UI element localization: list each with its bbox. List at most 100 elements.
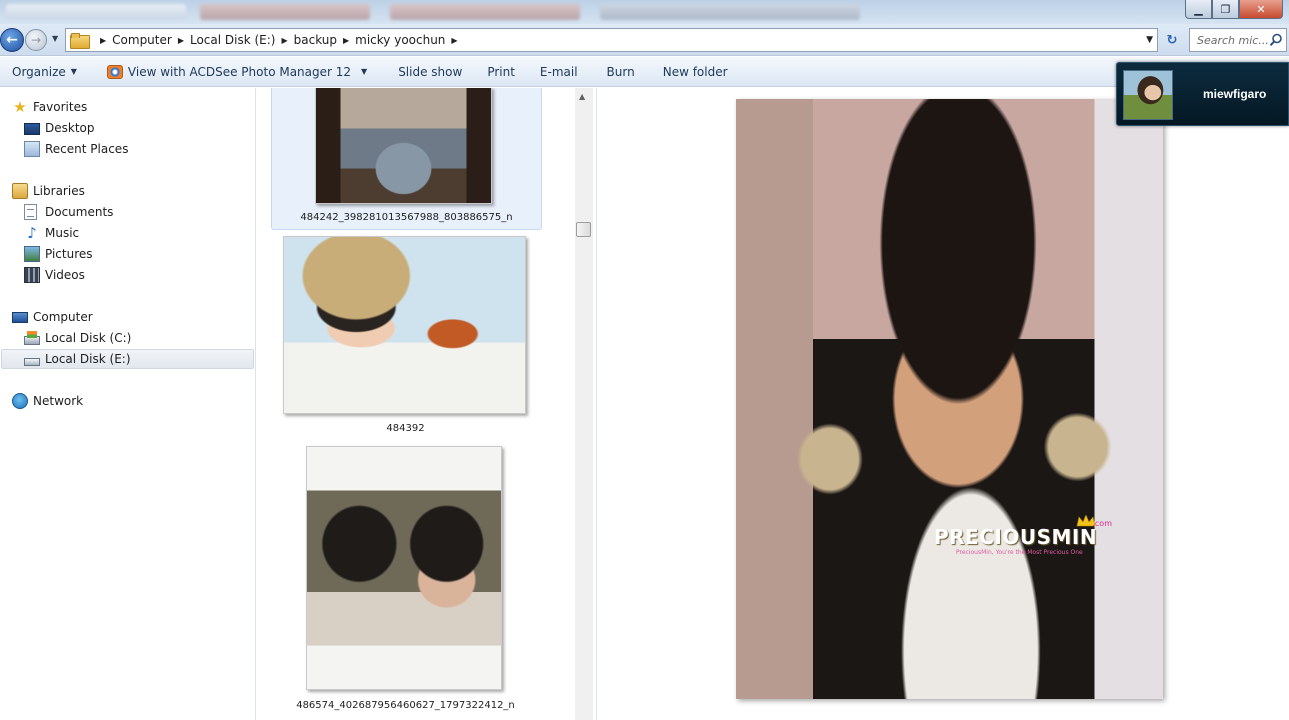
scroll-up-arrow-icon[interactable]: ▲ xyxy=(579,92,585,101)
nav-label: Local Disk (E:) xyxy=(45,352,131,366)
back-button[interactable]: ← xyxy=(0,28,24,52)
burn-button[interactable]: Burn xyxy=(607,65,650,79)
breadcrumb-micky-yoochun[interactable]: micky yoochun xyxy=(355,33,445,47)
folder-icon xyxy=(70,33,90,49)
pictures-icon xyxy=(24,246,40,262)
forward-arrow-icon: → xyxy=(30,33,42,47)
acdsee-icon xyxy=(106,64,123,79)
nav-desktop[interactable]: Desktop xyxy=(24,118,95,138)
file-thumbnail xyxy=(306,446,502,690)
refresh-icon: ↻ xyxy=(1166,32,1178,48)
blurred-tab xyxy=(200,4,370,20)
nav-label: Videos xyxy=(45,268,85,282)
nav-label: Desktop xyxy=(45,121,95,135)
new-folder-button[interactable]: New folder xyxy=(663,65,743,79)
back-arrow-icon: ← xyxy=(6,32,18,48)
nav-label: Music xyxy=(45,226,80,240)
acdsee-button[interactable]: View with ACDSee Photo Manager 12 ▼ xyxy=(106,64,382,79)
desktop-icon xyxy=(24,123,40,135)
breadcrumb-backup[interactable]: backup xyxy=(294,33,337,47)
blurred-tab xyxy=(600,4,860,20)
nav-recent-places[interactable]: Recent Places xyxy=(24,139,128,159)
nav-documents[interactable]: Documents xyxy=(24,202,113,222)
nav-label: Libraries xyxy=(33,184,85,198)
file-name: 484392 xyxy=(386,423,425,434)
breadcrumb-chevron-icon[interactable]: ▶ xyxy=(178,36,184,45)
file-list-scrollbar[interactable]: ▲ xyxy=(575,88,593,720)
address-bar[interactable]: ▶ Computer ▶ Local Disk (E:) ▶ backup ▶ … xyxy=(65,28,1158,52)
nav-videos[interactable]: Videos xyxy=(24,265,85,285)
nav-label: Computer xyxy=(33,310,93,324)
preview-pane: PRECIOUSMIN .com PreciousMin, You're the… xyxy=(596,88,1289,720)
scroll-thumb[interactable] xyxy=(576,222,591,237)
breadcrumb-chevron-icon[interactable]: ▶ xyxy=(100,36,106,45)
windows-drive-icon xyxy=(24,331,40,345)
window-controls: ▁ ❐ ✕ xyxy=(1185,0,1283,19)
organize-button[interactable]: Organize ▼ xyxy=(12,65,92,79)
music-icon: ♪ xyxy=(27,224,37,242)
blurred-tab xyxy=(6,4,186,20)
file-list: 484242_398281013567988_803886575_n 48439… xyxy=(257,88,575,720)
watermark-domain: .com xyxy=(1092,519,1112,528)
file-item[interactable]: 484242_398281013567988_803886575_n xyxy=(271,88,542,230)
nav-label: Pictures xyxy=(45,247,93,261)
username: miewfigaro xyxy=(1203,87,1267,101)
command-bar: Organize ▼ View with ACDSee Photo Manager… xyxy=(0,57,1289,87)
nav-favorites[interactable]: ★ Favorites xyxy=(12,97,87,117)
search-icon[interactable] xyxy=(1269,33,1283,47)
nav-label: Documents xyxy=(45,205,114,219)
breadcrumb-chevron-icon[interactable]: ▶ xyxy=(343,36,349,45)
nav-local-disk-c[interactable]: Local Disk (C:) xyxy=(24,328,131,348)
email-button[interactable]: E-mail xyxy=(540,65,593,79)
drive-icon xyxy=(24,357,40,366)
nav-network[interactable]: Network xyxy=(12,391,83,411)
search-input[interactable] xyxy=(1197,33,1273,47)
address-dropdown-icon[interactable]: ▼ xyxy=(1146,35,1153,45)
acdsee-label: View with ACDSee Photo Manager 12 xyxy=(127,64,352,79)
file-thumbnail xyxy=(283,236,526,414)
nav-libraries[interactable]: Libraries xyxy=(12,181,85,201)
nav-label: Recent Places xyxy=(45,142,129,156)
preview-image: PRECIOUSMIN .com PreciousMin, You're the… xyxy=(736,99,1163,699)
search-box[interactable] xyxy=(1189,28,1287,52)
watermark-logo: PRECIOUSMIN .com PreciousMin, You're the… xyxy=(934,515,1124,559)
videos-icon xyxy=(24,267,40,283)
breadcrumb-computer[interactable]: Computer xyxy=(112,33,172,47)
nav-label: Favorites xyxy=(33,100,88,114)
breadcrumb-local-disk-e[interactable]: Local Disk (E:) xyxy=(190,33,276,47)
print-button[interactable]: Print xyxy=(487,65,530,79)
documents-icon xyxy=(24,204,37,220)
chevron-down-icon: ▼ xyxy=(70,67,77,76)
refresh-button[interactable]: ↻ xyxy=(1160,28,1184,52)
organize-label: Organize xyxy=(12,64,66,79)
nav-label: Network xyxy=(33,394,84,408)
nav-label: Local Disk (C:) xyxy=(45,331,132,345)
nav-computer[interactable]: Computer xyxy=(12,307,93,327)
star-icon: ★ xyxy=(13,98,27,116)
maximize-button[interactable]: ❐ xyxy=(1212,0,1239,19)
libraries-icon xyxy=(12,183,28,199)
user-badge[interactable]: miewfigaro xyxy=(1116,62,1289,126)
file-name: 486574_402687956460627_1797322412_n xyxy=(296,700,515,711)
computer-icon xyxy=(12,311,28,323)
address-row: ← → ▼ ▶ Computer ▶ Local Disk (E:) ▶ bac… xyxy=(0,24,1289,56)
forward-button[interactable]: → xyxy=(25,29,47,51)
chevron-down-icon: ▼ xyxy=(361,67,368,76)
slideshow-button[interactable]: Slide show xyxy=(398,65,477,79)
breadcrumb-chevron-icon[interactable]: ▶ xyxy=(281,36,287,45)
title-bar: ▁ ❐ ✕ xyxy=(0,0,1289,24)
recent-pages-dropdown[interactable]: ▼ xyxy=(52,34,58,43)
avatar xyxy=(1123,70,1173,120)
navigation-pane: ★ Favorites Desktop Recent Places Librari… xyxy=(0,88,256,720)
breadcrumb-chevron-icon[interactable]: ▶ xyxy=(451,36,457,45)
nav-pictures[interactable]: Pictures xyxy=(24,244,93,264)
watermark-text: PRECIOUSMIN xyxy=(934,525,1098,549)
watermark-tagline: PreciousMin, You're the Most Precious On… xyxy=(956,549,1083,556)
file-item[interactable]: 486574_402687956460627_1797322412_n xyxy=(271,446,542,716)
minimize-button[interactable]: ▁ xyxy=(1185,0,1212,19)
nav-local-disk-e[interactable]: Local Disk (E:) xyxy=(1,349,254,369)
file-item[interactable]: 484392 xyxy=(271,236,542,436)
nav-music[interactable]: ♪ Music xyxy=(24,223,79,243)
close-button[interactable]: ✕ xyxy=(1239,0,1283,19)
network-icon xyxy=(12,393,28,409)
